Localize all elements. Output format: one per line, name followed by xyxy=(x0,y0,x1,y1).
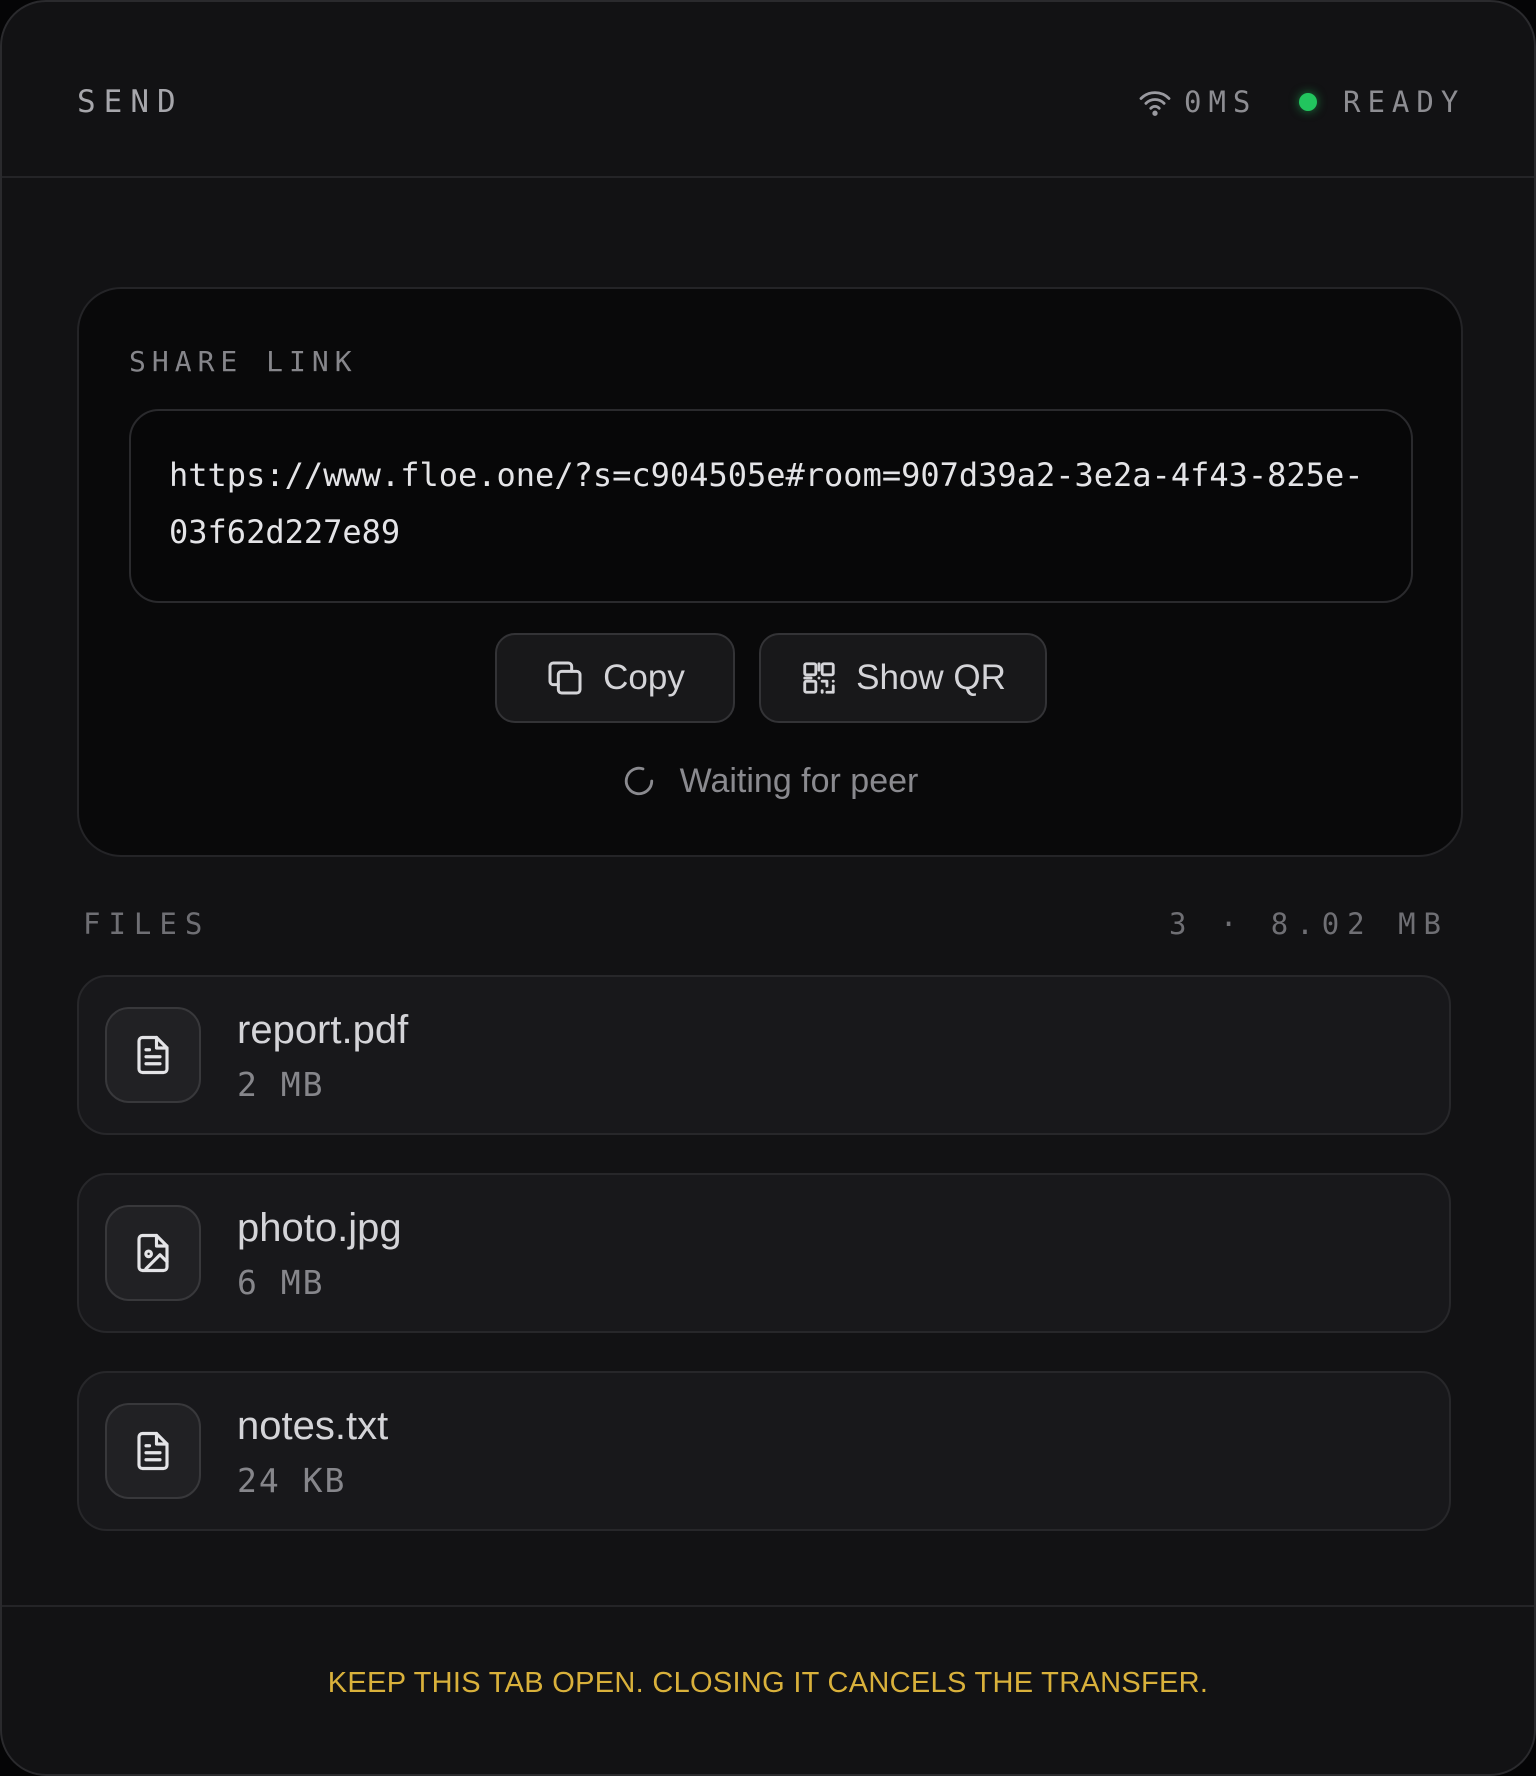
page-title: SEND xyxy=(77,84,184,120)
qr-code-icon xyxy=(803,662,835,694)
copy-button-label: Copy xyxy=(603,658,685,697)
files-summary: 3 · 8.02 MB xyxy=(1168,907,1449,941)
file-name: photo.jpg xyxy=(237,1206,402,1250)
tab-warning-notice: KEEP THIS TAB OPEN. CLOSING IT CANCELS T… xyxy=(327,1667,1209,1699)
file-image-icon xyxy=(137,1233,169,1273)
file-icon-container xyxy=(105,1007,201,1103)
status-label: READY xyxy=(1343,85,1466,119)
latency-indicator: 0MS xyxy=(1138,80,1257,124)
status-dot-icon xyxy=(1299,93,1317,111)
file-item[interactable]: report.pdf 2 MB xyxy=(77,975,1451,1135)
footer: KEEP THIS TAB OPEN. CLOSING IT CANCELS T… xyxy=(2,1605,1534,1774)
connection-status: READY xyxy=(1299,80,1465,124)
latency-value: 0MS xyxy=(1184,85,1258,119)
wifi-icon xyxy=(1139,91,1171,116)
waiting-text: Waiting for peer xyxy=(679,761,919,800)
share-link-card: SHARE LINK https://www.floe.one/?s=c9045… xyxy=(77,287,1463,857)
file-item[interactable]: notes.txt 24 KB xyxy=(77,1371,1451,1531)
copy-icon xyxy=(548,661,582,695)
file-size: 6 MB xyxy=(237,1263,325,1302)
show-qr-button[interactable]: Show QR xyxy=(759,633,1047,723)
loading-spinner-icon xyxy=(624,766,653,796)
show-qr-button-label: Show QR xyxy=(856,658,1006,697)
file-text-icon xyxy=(137,1431,169,1471)
send-window: SEND 0MS READY SHARE LINK https://www.fl… xyxy=(0,0,1536,1776)
share-link-label: SHARE LINK xyxy=(129,345,358,378)
copy-button[interactable]: Copy xyxy=(495,633,735,723)
file-text-icon xyxy=(137,1035,169,1075)
file-icon-container xyxy=(105,1403,201,1499)
file-icon-container xyxy=(105,1205,201,1301)
file-size: 24 KB xyxy=(237,1461,347,1500)
waiting-status: Waiting for peer xyxy=(79,759,1461,803)
file-size: 2 MB xyxy=(237,1065,325,1104)
file-name: notes.txt xyxy=(237,1404,389,1448)
header: SEND 0MS READY xyxy=(2,2,1534,178)
share-link-field[interactable]: https://www.floe.one/?s=c904505e#room=90… xyxy=(129,409,1413,603)
share-link-text[interactable]: https://www.floe.one/?s=c904505e#room=90… xyxy=(169,447,1373,561)
file-name: report.pdf xyxy=(237,1008,409,1052)
files-section-label: FILES xyxy=(83,907,211,941)
file-item[interactable]: photo.jpg 6 MB xyxy=(77,1173,1451,1333)
